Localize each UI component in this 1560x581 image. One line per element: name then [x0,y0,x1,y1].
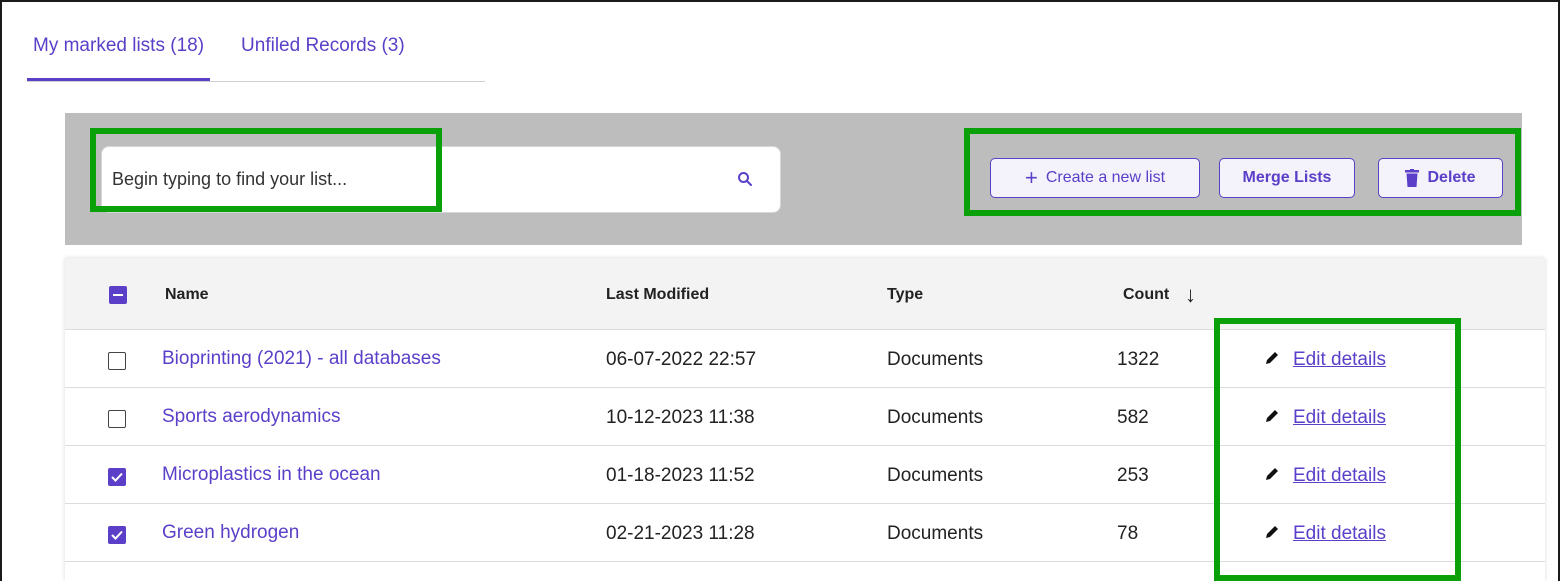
table-row: Green hydrogen 02-21-2023 11:28 Document… [65,504,1545,562]
last-modified-value: 10-12-2023 11:38 [606,407,755,428]
checkmark-icon [111,530,123,540]
tab-unfiled-records[interactable]: Unfiled Records (3) [235,30,411,81]
count-value: 582 [1117,407,1149,428]
last-modified-value: 02-21-2023 11:28 [606,523,755,544]
sort-down-icon[interactable]: ↓ [1185,282,1196,308]
row-checkbox[interactable] [108,526,126,544]
table-row: Sports aerodynamics 10-12-2023 11:38 Doc… [65,388,1545,446]
pencil-icon [1266,468,1278,480]
edit-details-link[interactable]: Edit details [1293,524,1386,544]
pencil-icon [1266,352,1278,364]
edit-details-link[interactable]: Edit details [1293,466,1386,486]
edit-details-link[interactable]: Edit details [1293,408,1386,428]
table-row: Bioprinting (2021) - all databases 06-07… [65,330,1545,388]
tab-bar: My marked lists (18) Unfiled Records (3) [27,30,485,82]
search-input[interactable] [112,147,712,212]
column-header-count[interactable]: Count [1123,286,1169,304]
last-modified-value: 01-18-2023 11:52 [606,465,755,486]
type-value: Documents [887,465,984,486]
list-name-link[interactable]: Green hydrogen [162,523,299,543]
type-value: Documents [887,349,984,370]
column-header-type[interactable]: Type [887,286,923,304]
plus-icon: + [1024,165,1038,190]
create-list-label: Create a new list [1045,169,1166,186]
marked-lists-table: Name Last Modified Type Count ↓ Bioprint… [65,258,1545,581]
table-row: Microplastics in the ocean 01-18-2023 11… [65,446,1545,504]
tab-my-marked-lists[interactable]: My marked lists (18) [27,30,211,81]
checkmark-icon [111,472,123,482]
count-value: 253 [1117,465,1149,486]
list-name-link[interactable]: Sports aerodynamics [162,407,340,427]
merge-lists-label: Merge Lists [1242,169,1332,186]
row-checkbox[interactable] [108,410,126,428]
list-name-link[interactable]: Microplastics in the ocean [162,465,381,485]
list-name-link[interactable]: Bioprinting (2021) - all databases [162,349,441,369]
row-checkbox[interactable] [108,352,126,370]
delete-label: Delete [1427,169,1476,186]
type-value: Documents [887,523,984,544]
column-header-last-modified[interactable]: Last Modified [606,286,709,304]
select-all-checkbox[interactable] [109,286,127,304]
count-value: 78 [1117,523,1139,544]
merge-lists-button[interactable]: Merge Lists [1219,158,1355,198]
pencil-icon [1266,526,1278,538]
edit-details-link[interactable]: Edit details [1293,350,1386,370]
search-box [101,146,781,213]
pencil-icon [1266,410,1278,422]
type-value: Documents [887,407,984,428]
table-header: Name Last Modified Type Count ↓ [65,258,1545,330]
count-value: 1322 [1117,349,1160,370]
search-icon[interactable] [737,171,753,187]
column-header-name[interactable]: Name [165,286,209,304]
delete-button[interactable]: Delete [1378,158,1503,198]
row-checkbox[interactable] [108,468,126,486]
last-modified-value: 06-07-2022 22:57 [606,349,757,370]
trash-icon [1405,169,1420,187]
create-list-button[interactable]: + Create a new list [990,158,1200,198]
